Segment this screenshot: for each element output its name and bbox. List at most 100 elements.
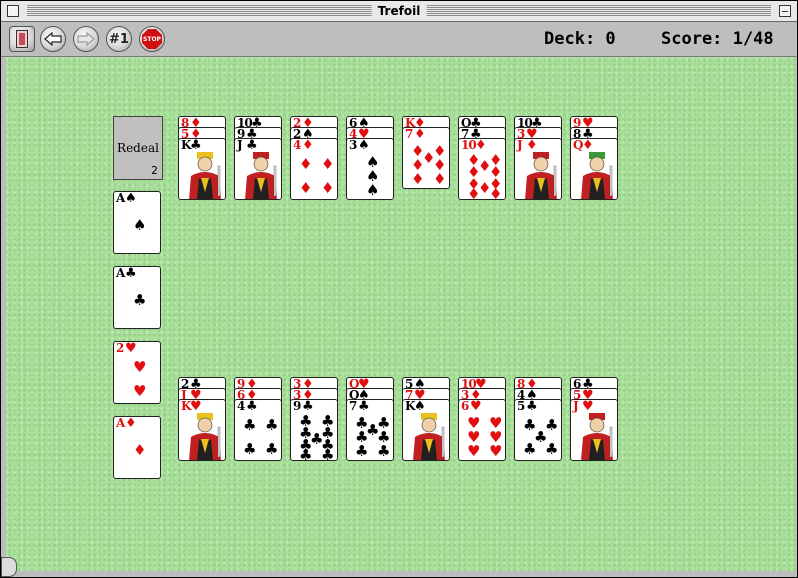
card-pip: ♣ — [545, 440, 559, 458]
card-rank: 4 — [237, 399, 245, 413]
arrow-right-icon — [77, 32, 95, 46]
card-pip: ♣ — [265, 440, 279, 458]
card-rank: A — [116, 416, 125, 430]
tableau-top-col3-top[interactable]: 4 ♦ ♦ ♦ ♦ ♦ — [290, 138, 338, 200]
card-pip: ♣ — [133, 291, 147, 309]
card-pip: ♣ — [243, 416, 257, 434]
foundation-2[interactable]: A ♣ ♣ — [113, 266, 161, 329]
card-pip: ♦ — [321, 155, 335, 173]
tableau-bottom-col3-top[interactable]: 9 ♣ ♣ ♣ ♣ ♣ ♣ ♣ ♣ ♣ ♣ — [290, 399, 338, 461]
card-suit: ♥ — [125, 341, 137, 356]
zoom-box-icon[interactable] — [779, 5, 791, 17]
card-rank: 3 — [349, 138, 357, 152]
tableau-top-col2-top[interactable]: J ♣ — [234, 138, 282, 200]
card-pip: ♦ — [321, 179, 335, 197]
card-pip: ♦ — [489, 185, 503, 200]
card-suit: ♦ — [582, 138, 594, 153]
tableau-top-col6-top[interactable]: 10 ♦ ♦ ♦ ♦ ♦ ♦ ♦ ♦ ♦ ♦ ♦ — [458, 138, 506, 200]
forward-button[interactable] — [73, 26, 99, 52]
court-figure-icon — [413, 413, 445, 460]
tableau-top-col1-top[interactable]: K ♣ — [178, 138, 226, 200]
card-pip: ♥ — [489, 442, 503, 460]
card-back-icon — [16, 30, 28, 48]
back-button[interactable] — [40, 26, 66, 52]
tableau-bottom-col1-top[interactable]: K ♥ — [178, 399, 226, 461]
stop-icon: STOP — [142, 29, 162, 49]
card-rank: 2 — [116, 341, 124, 355]
card-pip: ♥ — [133, 358, 147, 376]
card-suit: ♦ — [125, 416, 137, 431]
close-box-icon[interactable] — [7, 5, 19, 17]
card-rank: J — [573, 399, 579, 413]
tableau-top-col4-top[interactable]: 3 ♠ ♠ ♠ ♠ — [346, 138, 394, 200]
tableau-top-col8-top[interactable]: Q ♦ — [570, 138, 618, 200]
card-rank: 5 — [517, 399, 525, 413]
card-suit: ♥ — [582, 399, 594, 414]
card-suit: ♦ — [526, 138, 538, 153]
stop-label: STOP — [143, 35, 161, 43]
redeal-label: Redeal — [117, 141, 159, 155]
card-suit: ♥ — [190, 399, 202, 414]
card-rank: 7 — [349, 399, 357, 413]
card-pip: ♦ — [133, 441, 147, 459]
card-suit: ♦ — [414, 127, 426, 142]
tableau-bottom-col2-top[interactable]: 4 ♣ ♣ ♣ ♣ ♣ — [234, 399, 282, 461]
card-rank: 4 — [293, 138, 301, 152]
window-title: Trefoil — [371, 3, 427, 19]
card-suit: ♣ — [125, 266, 137, 281]
arrow-left-icon — [44, 32, 62, 46]
tableau-top-col7-top[interactable]: J ♦ — [514, 138, 562, 200]
card-rank: J — [517, 138, 523, 152]
court-figure-icon — [581, 413, 613, 460]
card-suit: ♠ — [125, 191, 137, 206]
card-pip: ♦ — [433, 170, 447, 188]
card-suit: ♣ — [358, 399, 370, 414]
card-pip: ♣ — [355, 442, 369, 460]
foundation-3[interactable]: 2 ♥ ♥ ♥ — [113, 341, 161, 404]
redeal-pile[interactable]: Redeal 2 — [113, 116, 163, 180]
card-suit: ♠ — [358, 138, 370, 153]
court-figure-icon — [189, 413, 221, 460]
game-number-button[interactable]: #1 — [106, 26, 132, 52]
tableau-top-col5-top[interactable]: 7 ♦ ♦ ♦ ♦ ♦ ♦ ♦ ♦ — [402, 127, 450, 189]
score: Score: 1/48 — [661, 29, 774, 49]
card-pip: ♠ — [366, 181, 380, 199]
deck-button[interactable] — [9, 26, 35, 52]
window-bottom-edge — [1, 571, 797, 577]
card-pip: ♣ — [265, 416, 279, 434]
card-rank: 7 — [405, 127, 413, 141]
card-pip: ♦ — [411, 170, 425, 188]
tableau-bottom-col8-top[interactable]: J ♥ — [570, 399, 618, 461]
card-pip: ♣ — [321, 446, 335, 461]
tableau-bottom-col6-top[interactable]: 6 ♥ ♥ ♥ ♥ ♥ ♥ ♥ — [458, 399, 506, 461]
card-pip: ♣ — [299, 446, 313, 461]
card-pip: ♥ — [133, 382, 147, 400]
card-suit: ♥ — [470, 399, 482, 414]
game-number-label: #1 — [109, 31, 129, 47]
stop-button[interactable]: STOP — [139, 26, 165, 52]
tableau-bottom-col5-top[interactable]: K ♠ — [402, 399, 450, 461]
title-bar[interactable]: Trefoil — [1, 1, 797, 22]
tableau-bottom-col7-top[interactable]: 5 ♣ ♣ ♣ ♣ ♣ ♣ — [514, 399, 562, 461]
card-pip: ♥ — [467, 442, 481, 460]
game-window: Trefoil #1 STOP Deck: 0 Score: 1/48 Rede… — [0, 0, 798, 578]
card-rank: J — [237, 138, 243, 152]
card-pip: ♠ — [133, 216, 147, 234]
card-pip: ♣ — [243, 440, 257, 458]
card-rank: A — [116, 266, 125, 280]
card-pip: ♦ — [467, 185, 481, 200]
card-suit: ♦ — [302, 138, 314, 153]
card-rank: A — [116, 191, 125, 205]
card-pip: ♦ — [299, 155, 313, 173]
foundation-4[interactable]: A ♦ ♦ — [113, 416, 161, 479]
redeal-count: 2 — [151, 164, 158, 177]
court-figure-icon — [245, 152, 277, 199]
card-rank: 6 — [461, 399, 469, 413]
card-suit: ♣ — [190, 138, 202, 153]
card-pip: ♦ — [299, 179, 313, 197]
tableau-bottom-col4-top[interactable]: 7 ♣ ♣ ♣ ♣ ♣ ♣ ♣ ♣ — [346, 399, 394, 461]
foundation-1[interactable]: A ♠ ♠ — [113, 191, 161, 254]
grow-box-icon[interactable] — [1, 557, 17, 577]
court-figure-icon — [189, 152, 221, 199]
toolbar: #1 STOP Deck: 0 Score: 1/48 — [1, 22, 797, 57]
